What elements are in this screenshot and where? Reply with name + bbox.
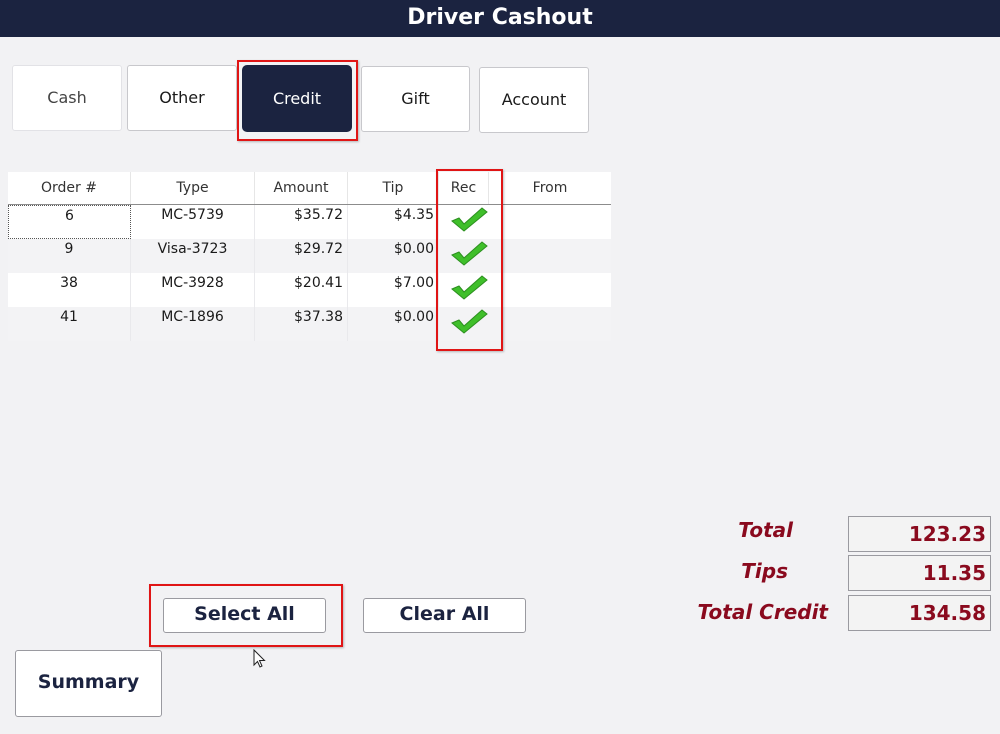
table-row[interactable]: 41 MC-1896 $37.38 $0.00	[8, 307, 611, 341]
table-row[interactable]: 6 MC-5739 $35.72 $4.35	[8, 205, 611, 239]
tip-cell[interactable]: $4.35	[348, 205, 439, 239]
amount-cell[interactable]: $29.72	[255, 239, 348, 273]
select-all-button[interactable]: Select All	[163, 598, 326, 633]
amount-cell[interactable]: $37.38	[255, 307, 348, 341]
tip-cell[interactable]: $7.00	[348, 273, 439, 307]
col-from[interactable]: From	[489, 172, 611, 204]
total-credit-label: Total Credit	[697, 600, 828, 624]
type-cell[interactable]: MC-1896	[131, 307, 255, 341]
tab-account[interactable]: Account	[479, 67, 589, 133]
type-cell[interactable]: MC-5739	[131, 205, 255, 239]
total-label: Total	[738, 518, 793, 542]
tip-cell[interactable]: $0.00	[348, 239, 439, 273]
col-type[interactable]: Type	[131, 172, 255, 204]
tab-credit[interactable]: Credit	[242, 65, 352, 132]
total-credit-value: 134.58	[848, 595, 991, 631]
tips-value: 11.35	[848, 555, 991, 591]
rec-check-icon[interactable]	[448, 273, 492, 301]
order-cell[interactable]: 6	[8, 205, 131, 239]
summary-button[interactable]: Summary	[15, 650, 162, 717]
rec-check-icon[interactable]	[448, 307, 492, 335]
order-cell[interactable]: 38	[8, 273, 131, 307]
table-row[interactable]: 38 MC-3928 $20.41 $7.00	[8, 273, 611, 307]
window-title: Driver Cashout	[0, 0, 1000, 37]
col-order[interactable]: Order #	[8, 172, 131, 204]
col-tip[interactable]: Tip	[348, 172, 439, 204]
type-cell[interactable]: MC-3928	[131, 273, 255, 307]
rec-check-icon[interactable]	[448, 205, 492, 233]
type-cell[interactable]: Visa-3723	[131, 239, 255, 273]
tab-other[interactable]: Other	[127, 65, 237, 131]
from-cell[interactable]	[489, 273, 611, 307]
driver-cashout-window: Driver Cashout Cash Other Credit Gift Ac…	[0, 0, 1000, 734]
tip-cell[interactable]: $0.00	[348, 307, 439, 341]
from-cell[interactable]	[489, 205, 611, 239]
amount-cell[interactable]: $35.72	[255, 205, 348, 239]
mouse-cursor-icon	[253, 649, 266, 668]
total-value: 123.23	[848, 516, 991, 552]
tips-label: Tips	[741, 559, 788, 583]
col-amount[interactable]: Amount	[255, 172, 348, 204]
tab-gift[interactable]: Gift	[361, 66, 470, 132]
order-cell[interactable]: 41	[8, 307, 131, 341]
amount-cell[interactable]: $20.41	[255, 273, 348, 307]
order-cell[interactable]: 9	[8, 239, 131, 273]
from-cell[interactable]	[489, 307, 611, 341]
grid-header: Order # Type Amount Tip Rec From	[8, 172, 611, 205]
tab-cash[interactable]: Cash	[12, 65, 122, 131]
rec-check-icon[interactable]	[448, 239, 492, 267]
table-row[interactable]: 9 Visa-3723 $29.72 $0.00	[8, 239, 611, 273]
from-cell[interactable]	[489, 239, 611, 273]
clear-all-button[interactable]: Clear All	[363, 598, 526, 633]
col-rec[interactable]: Rec	[439, 172, 489, 204]
